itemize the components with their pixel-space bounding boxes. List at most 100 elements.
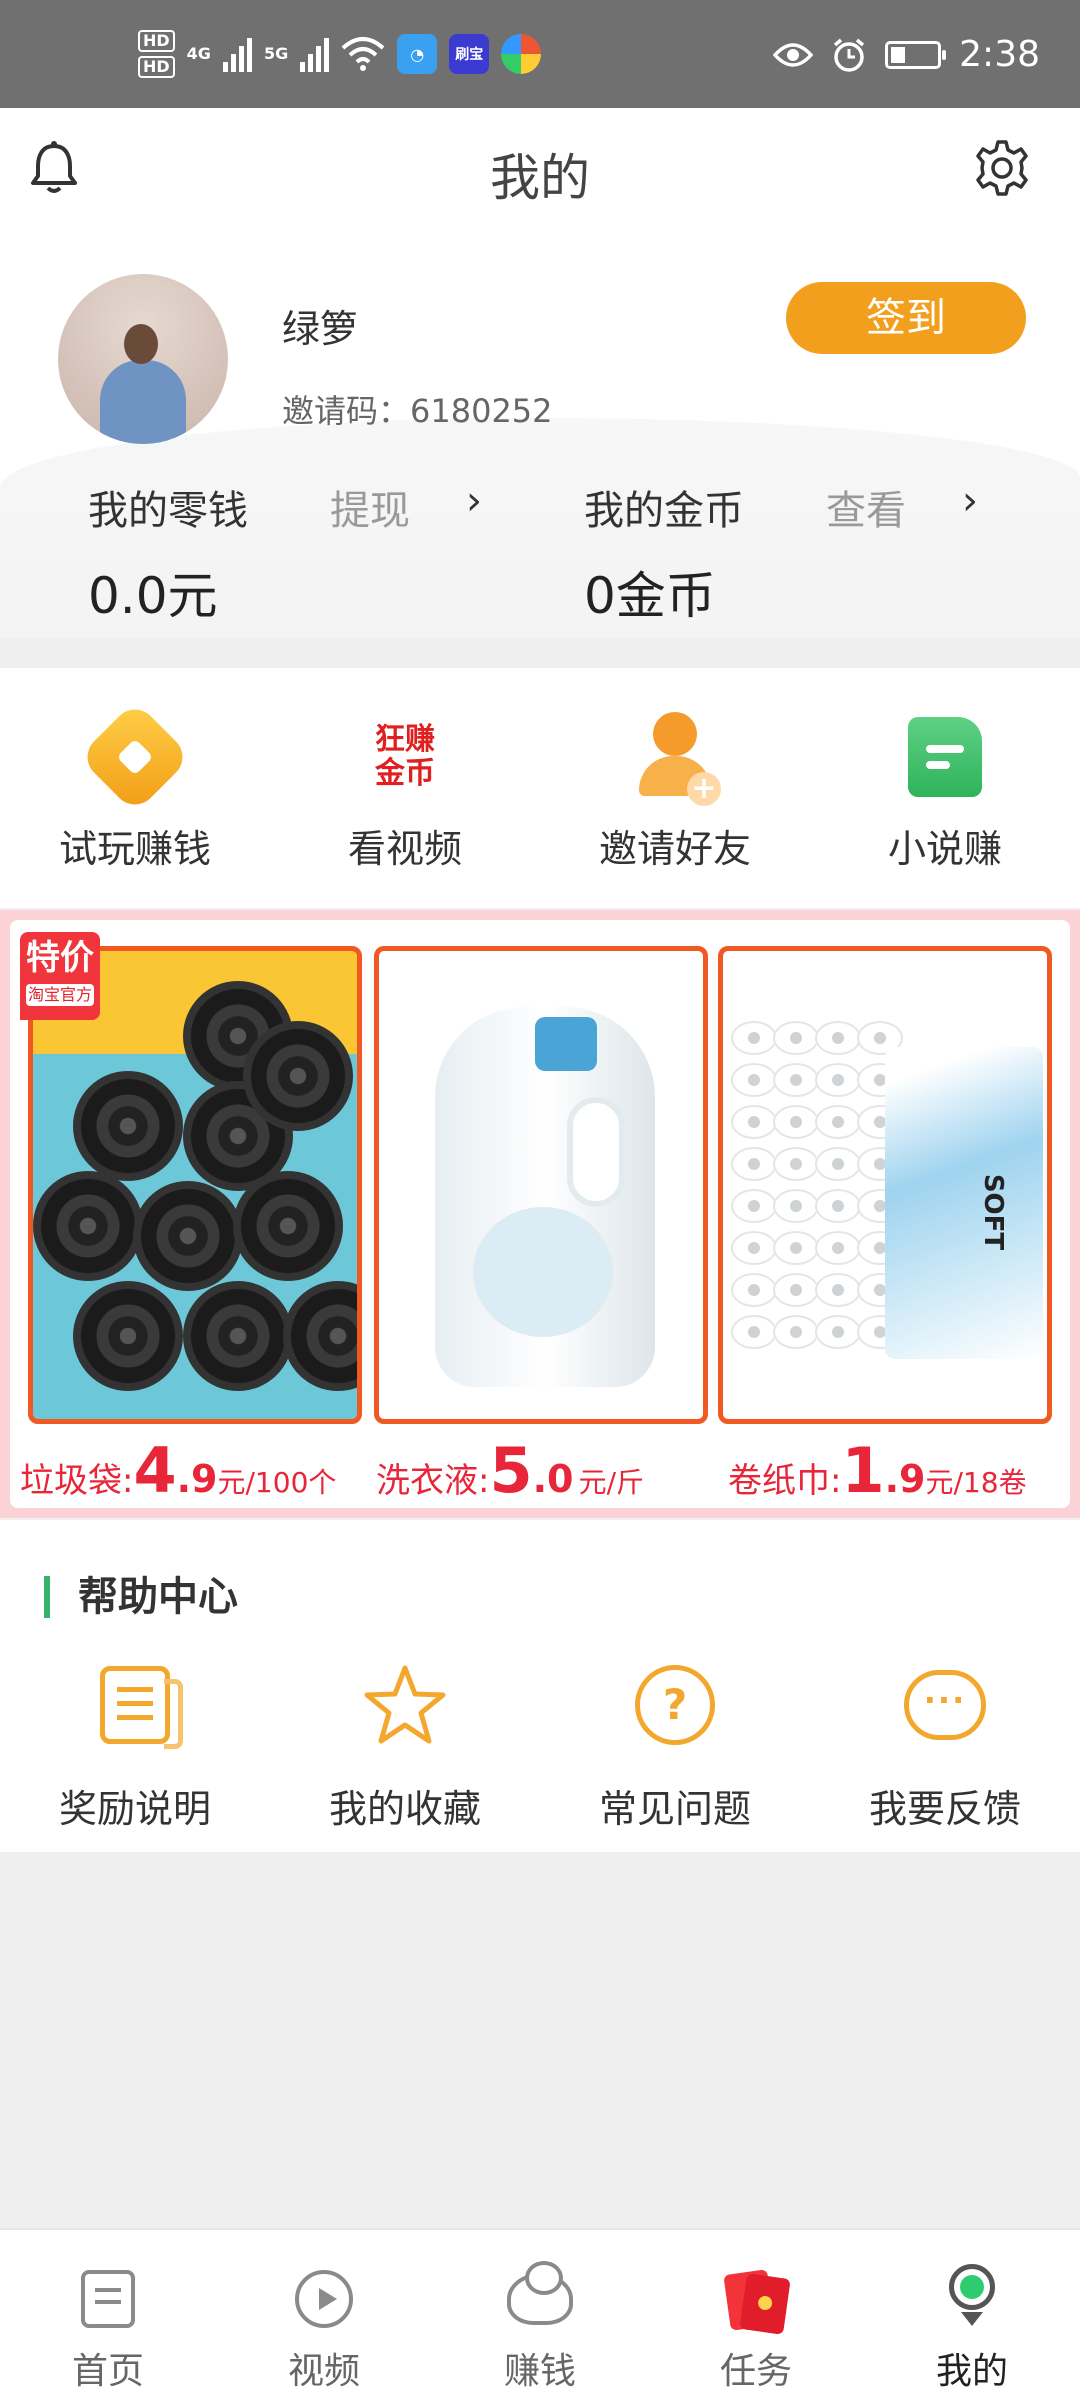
wallet-change: 我的零钱 提现 › 0.0元 (88, 478, 568, 625)
game-icon (78, 700, 192, 814)
nav-earn[interactable]: 赚钱 (432, 2230, 648, 2400)
star-icon (362, 1662, 448, 1748)
nav-label: 视频 (287, 2351, 360, 2392)
signal-icon-2 (300, 36, 330, 72)
video-icon-text-2: 金币 (375, 756, 435, 791)
page-header: 我的 (0, 108, 1080, 238)
quick-actions: 试玩赚钱 狂赚 金币 看视频 + 邀请好友 小说赚 (0, 668, 1080, 908)
price-integer: 4 (133, 1434, 177, 1507)
help-center: 帮助中心 奖励说明 我的收藏 ? 常见问题 ··· 我要反馈 (0, 1520, 1080, 1852)
help-item-label: 我的收藏 (328, 1787, 481, 1831)
wallet-change-label: 我的零钱 (88, 488, 248, 534)
eye-icon (773, 42, 814, 67)
withdraw-link[interactable]: 提现 (330, 478, 410, 536)
signal-icon-1 (222, 36, 252, 72)
special-price-badge: 特价 淘宝官方 (20, 932, 100, 1020)
hd-badge-1: HD (138, 30, 175, 52)
help-faq[interactable]: ? 常见问题 (540, 1660, 810, 1840)
colorful-app-icon (501, 34, 542, 74)
nav-label: 任务 (719, 2351, 792, 2392)
action-label: 试玩赚钱 (58, 827, 211, 871)
price-unit: 元/斤 (578, 1466, 645, 1499)
action-trial-earn[interactable]: 试玩赚钱 (0, 668, 270, 908)
profile-pin-icon (937, 2264, 1007, 2334)
gear-icon[interactable] (972, 138, 1032, 198)
nav-label: 赚钱 (503, 2351, 576, 2392)
home-doc-icon (73, 2264, 143, 2334)
wallet-change-value: 0.0元 (88, 567, 218, 625)
product-name: 卷纸巾: (728, 1461, 842, 1501)
price-unit: 元/100个 (217, 1466, 337, 1499)
wallet-coins-value: 0金币 (584, 567, 716, 625)
price-decimal: .0 (532, 1457, 574, 1501)
nav-task[interactable]: 任务 (648, 2230, 864, 2400)
question-icon: ? (632, 1662, 718, 1748)
promo-banner[interactable]: SOFT 特价 淘宝官方 垃圾袋:4.9元/100个 洗衣液:5.0 元/斤 卷… (0, 910, 1080, 1518)
invite-friend-icon: + (630, 712, 721, 806)
clock-time: 2:38 (959, 34, 1040, 75)
video-coin-icon: 狂赚 金币 (360, 712, 450, 802)
nav-label: 首页 (71, 2351, 144, 2392)
product-detergent-image[interactable] (374, 946, 708, 1424)
price-detergent: 洗衣液:5.0 元/斤 (376, 1434, 644, 1507)
battery-icon (885, 40, 947, 69)
network-4g-label: 4G (186, 44, 211, 63)
help-item-label: 我要反馈 (868, 1787, 1021, 1831)
action-watch-video[interactable]: 狂赚 金币 看视频 (270, 668, 540, 908)
profile-card: 绿箩 邀请码：6180252 签到 我的零钱 提现 › 0.0元 我的金币 查看… (0, 238, 1080, 638)
action-label: 小说赚 (887, 827, 1002, 871)
nav-label: 我的 (935, 2351, 1008, 2392)
help-item-label: 奖励说明 (58, 1787, 211, 1831)
help-feedback[interactable]: ··· 我要反馈 (810, 1660, 1080, 1840)
taobao-official-label: 淘宝官方 (26, 984, 94, 1006)
nav-me[interactable]: 我的 (864, 2230, 1080, 2400)
product-name: 垃圾袋: (20, 1461, 134, 1501)
hd-badge-2: HD (138, 56, 175, 78)
price-tissue: 卷纸巾:1.9元/18卷 (728, 1434, 1027, 1507)
product-name: 洗衣液: (376, 1461, 490, 1501)
feedback-chat-icon: ··· (902, 1662, 988, 1748)
product-tissue-image[interactable]: SOFT (718, 946, 1052, 1424)
ingot-icon (505, 2261, 575, 2334)
invite-code: 邀请码：6180252 (282, 392, 553, 430)
play-icon (289, 2264, 359, 2334)
browser-app-icon: ◔ (397, 34, 438, 74)
shuabao-app-icon: 刷宝 (449, 34, 490, 74)
red-envelope-icon (721, 2264, 791, 2335)
video-icon-text-1: 狂赚 (375, 722, 435, 757)
reward-doc-icon (92, 1662, 183, 1749)
username: 绿箩 (282, 307, 359, 351)
help-favorites[interactable]: 我的收藏 (270, 1660, 540, 1840)
checkin-button[interactable]: 签到 (786, 282, 1026, 354)
wallet-coins-label: 我的金币 (584, 488, 744, 534)
help-center-title: 帮助中心 (44, 1576, 238, 1618)
novel-icon (900, 712, 990, 802)
help-item-label: 常见问题 (598, 1787, 751, 1831)
price-trash-bags: 垃圾袋:4.9元/100个 (20, 1434, 336, 1507)
help-reward-info[interactable]: 奖励说明 (0, 1660, 270, 1840)
chevron-right-icon[interactable]: › (466, 478, 482, 524)
action-label: 看视频 (347, 827, 462, 871)
pack-soft-text: SOFT (978, 1173, 1009, 1251)
price-decimal: .9 (176, 1457, 218, 1501)
price-unit: 元/18卷 (925, 1466, 1027, 1499)
action-label: 邀请好友 (598, 827, 751, 871)
bottom-nav: 首页 视频 赚钱 任务 我的 (0, 2228, 1080, 2400)
special-price-label: 特价 (26, 938, 94, 978)
price-decimal: .9 (884, 1457, 926, 1501)
wifi-icon (341, 37, 385, 71)
chevron-right-icon[interactable]: › (962, 478, 978, 524)
shuabao-app-label: 刷宝 (455, 47, 484, 63)
view-coins-link[interactable]: 查看 (826, 478, 906, 536)
action-novel-earn[interactable]: 小说赚 (810, 668, 1080, 908)
nav-video[interactable]: 视频 (216, 2230, 432, 2400)
status-bar: HD HD 4G 5G ◔ 刷宝 2:38 (0, 0, 1080, 108)
action-invite-friend[interactable]: + 邀请好友 (540, 668, 810, 908)
page-title: 我的 (490, 149, 590, 207)
network-5g-label: 5G (263, 44, 289, 63)
avatar[interactable] (58, 274, 228, 444)
nav-home[interactable]: 首页 (0, 2230, 216, 2400)
alarm-icon (834, 38, 865, 72)
price-integer: 1 (841, 1434, 885, 1507)
price-integer: 5 (489, 1434, 533, 1507)
